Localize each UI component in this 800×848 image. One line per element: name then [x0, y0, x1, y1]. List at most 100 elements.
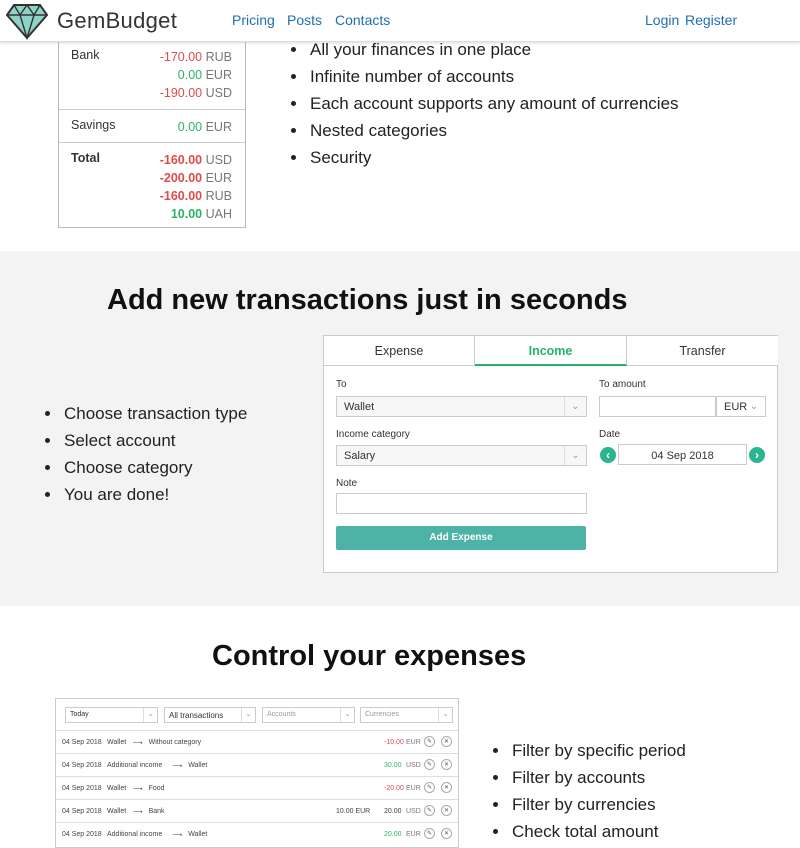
currency-select[interactable]: EUR ⌄: [716, 396, 766, 417]
arrow-right-icon: ⟶: [172, 763, 183, 770]
delete-icon[interactable]: ✕: [441, 782, 452, 793]
feature-item: Nested categories: [308, 117, 679, 144]
chevron-down-icon: ⌄: [438, 708, 452, 722]
transaction-date: 04 Sep 2018: [62, 808, 102, 815]
transaction-currency: USD: [406, 762, 421, 769]
to-amount-input[interactable]: [599, 396, 716, 417]
currency: USD: [205, 86, 232, 100]
select-value: All transactions: [169, 711, 224, 720]
edit-icon[interactable]: ✎: [424, 736, 435, 747]
nav-link-posts[interactable]: Posts: [287, 12, 322, 28]
transaction-currency: EUR: [406, 831, 421, 838]
login-link[interactable]: Login: [645, 12, 679, 28]
transaction-amount: 20.00: [384, 808, 402, 815]
delete-icon[interactable]: ✕: [441, 736, 452, 747]
transaction-target: Without category: [148, 739, 202, 746]
currency: USD: [205, 153, 232, 167]
next-date-arrow-icon[interactable]: ›: [749, 447, 765, 463]
gem-logo-icon[interactable]: [6, 2, 48, 40]
chevron-down-icon: ⌄: [564, 446, 586, 465]
currency: EUR: [205, 171, 232, 185]
transaction-amount: -20.00: [384, 785, 404, 792]
top-navbar: GemBudget Pricing Posts Contacts Login R…: [0, 0, 800, 42]
date-input[interactable]: 04 Sep 2018: [618, 444, 747, 465]
delete-icon[interactable]: ✕: [441, 759, 452, 770]
step-item: Choose transaction type: [62, 400, 247, 427]
tab-income[interactable]: Income: [475, 336, 627, 366]
transaction-currency: USD: [406, 808, 421, 815]
to-amount-label: To amount: [599, 379, 646, 390]
currencies-filter-select[interactable]: Currencies ⌄: [360, 707, 453, 723]
transaction-source-amount: 10.00 EUR: [336, 808, 371, 815]
features-list: All your finances in one place Infinite …: [288, 36, 679, 171]
transaction-row[interactable]: 04 Sep 2018 Wallet ⟶ Without category -10.00…: [56, 730, 458, 753]
feature-item: Filter by specific period: [510, 737, 686, 764]
edit-icon[interactable]: ✎: [424, 759, 435, 770]
income-category-label: Income category: [336, 429, 410, 440]
add-expense-button[interactable]: Add Expense: [336, 526, 586, 550]
feature-item: Filter by currencies: [510, 791, 686, 818]
prev-date-arrow-icon[interactable]: ‹: [600, 447, 616, 463]
edit-icon[interactable]: ✎: [424, 782, 435, 793]
type-filter-select[interactable]: All transactions ⌄: [164, 707, 256, 723]
step-item: Select account: [62, 427, 247, 454]
currency: RUB: [205, 50, 232, 64]
income-category-select[interactable]: Salary ⌄: [336, 445, 587, 466]
amount: -170.00: [159, 50, 203, 64]
transactions-list-panel: Today ⌄ All transactions ⌄ Accounts ⌄ Curre…: [55, 698, 459, 848]
date-label: Date: [599, 429, 621, 440]
feature-item: Infinite number of accounts: [308, 63, 679, 90]
to-account-select[interactable]: Wallet ⌄: [336, 396, 587, 417]
delete-icon[interactable]: ✕: [441, 828, 452, 839]
select-value: Salary: [344, 450, 376, 462]
nav-link-pricing[interactable]: Pricing: [232, 12, 275, 28]
section-title: Control your expenses: [212, 640, 527, 672]
period-filter-select[interactable]: Today ⌄: [65, 707, 158, 723]
transaction-source: Additional income: [107, 831, 163, 838]
delete-icon[interactable]: ✕: [441, 805, 452, 816]
edit-icon[interactable]: ✎: [424, 805, 435, 816]
chevron-down-icon: ⌄: [340, 708, 354, 722]
transaction-source: Wallet: [107, 808, 127, 815]
step-item: Choose category: [62, 454, 247, 481]
steps-list: Choose transaction type Select account C…: [42, 400, 247, 508]
tab-expense[interactable]: Expense: [324, 336, 475, 366]
transaction-date: 04 Sep 2018: [62, 785, 102, 792]
select-value: Currencies: [365, 711, 399, 718]
nav-link-contacts[interactable]: Contacts: [335, 12, 390, 28]
transaction-target: Food: [148, 785, 165, 792]
to-label: To: [336, 379, 347, 390]
arrow-right-icon: ⟶: [172, 832, 183, 839]
note-input[interactable]: [336, 493, 587, 514]
amount: 10.00: [170, 207, 203, 221]
tab-transfer[interactable]: Transfer: [627, 336, 778, 366]
transaction-amount: 30.00: [384, 762, 402, 769]
brand-name[interactable]: GemBudget: [57, 8, 177, 34]
transaction-source: Wallet: [107, 739, 127, 746]
currency: EUR: [205, 68, 232, 82]
account-row-bank: Bank -170.00 RUB 0.00 EUR -190.00 USD: [59, 40, 245, 110]
chevron-down-icon: ⌄: [241, 708, 255, 722]
chevron-down-icon: ⌄: [564, 397, 586, 416]
transaction-row[interactable]: 04 Sep 2018 Wallet ⟶ Food -20.00 EUR ✎ ✕: [56, 776, 458, 799]
edit-icon[interactable]: ✎: [424, 828, 435, 839]
register-link[interactable]: Register: [685, 12, 737, 28]
account-row-total: Total -160.00 USD -200.00 EUR -160.00 RU…: [59, 143, 245, 230]
accounts-filter-select[interactable]: Accounts ⌄: [262, 707, 355, 723]
account-name: Savings: [71, 118, 116, 132]
transaction-row[interactable]: 04 Sep 2018 Wallet ⟶ Bank 10.00 EUR 20.00 USD ✎…: [56, 799, 458, 822]
account-summary-card: Bank -170.00 RUB 0.00 EUR -190.00 USD Sa…: [58, 40, 246, 228]
chevron-down-icon: ⌄: [749, 401, 759, 412]
currency: EUR: [205, 120, 232, 134]
amount: -200.00: [159, 171, 203, 185]
amount: -160.00: [159, 153, 203, 167]
account-row-savings: Savings 0.00 EUR: [59, 110, 245, 143]
transaction-amount: 20.00: [384, 831, 402, 838]
chevron-down-icon: ⌄: [143, 708, 157, 722]
transaction-date: 04 Sep 2018: [62, 762, 102, 769]
arrow-right-icon: ⟶: [132, 809, 143, 816]
transaction-row[interactable]: 04 Sep 2018 Additional income ⟶ Wallet 30.00…: [56, 753, 458, 776]
feature-item: Check total amount: [510, 818, 686, 845]
transaction-row[interactable]: 04 Sep 2018 Additional income ⟶ Wallet 20.00…: [56, 822, 458, 845]
account-name: Total: [71, 151, 100, 165]
